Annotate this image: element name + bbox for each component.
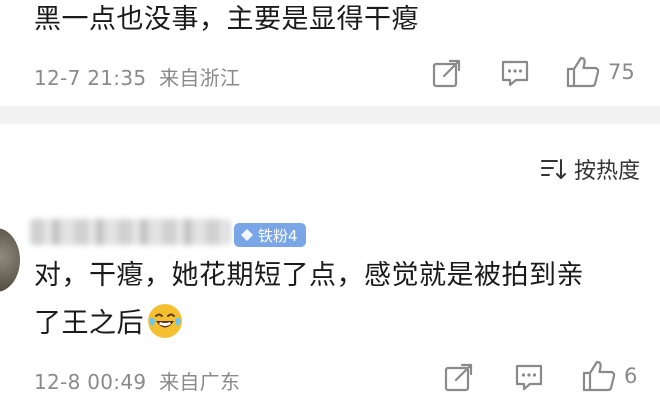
reply-icon bbox=[515, 364, 543, 391]
comment-2-reply-button[interactable] bbox=[514, 362, 544, 396]
comment-1-time: 12-7 21:35 bbox=[34, 66, 147, 90]
share-icon bbox=[444, 363, 473, 392]
sort-icon bbox=[540, 159, 566, 179]
comment-1-reply-button[interactable] bbox=[500, 58, 530, 92]
comment-2-source: 来自广东 bbox=[159, 370, 241, 394]
section-divider bbox=[0, 106, 660, 124]
share-icon bbox=[432, 59, 461, 88]
comment-2-time: 12-8 00:49 bbox=[34, 370, 147, 394]
diamond-icon bbox=[241, 229, 253, 241]
laughing-crying-emoji-svg bbox=[149, 305, 181, 337]
comment-2-line-2-wrap: 了王之后 bbox=[34, 300, 584, 348]
comment-2-text: 对，干瘪，她花期短了点，感觉就是被拍到亲 了王之后 bbox=[34, 252, 584, 348]
sort-label: 按热度 bbox=[573, 159, 640, 184]
comment-1-share-button[interactable] bbox=[432, 58, 462, 92]
username-blurred[interactable] bbox=[30, 219, 230, 245]
comment-1-like-button[interactable]: 75 bbox=[566, 56, 635, 88]
like-icon bbox=[582, 360, 616, 392]
comment-1-meta: 12-7 21:35 来自浙江 bbox=[34, 62, 240, 91]
comment-2-share-button[interactable] bbox=[444, 362, 474, 396]
comment-1-text: 黑一点也没事，主要是显得干瘪 bbox=[34, 4, 419, 35]
comment-2-line-1: 对，干瘪，她花期短了点，感觉就是被拍到亲 bbox=[34, 260, 584, 291]
fan-badge-label: 铁粉4 bbox=[258, 226, 298, 245]
like-icon bbox=[566, 56, 600, 88]
sort-by-hotness-button[interactable]: 按热度 bbox=[540, 153, 640, 185]
comment-2-meta: 12-8 00:49 来自广东 bbox=[34, 366, 240, 395]
comment-2-like-button[interactable]: 6 bbox=[582, 360, 637, 392]
reply-icon bbox=[501, 60, 529, 87]
avatar[interactable] bbox=[0, 228, 20, 292]
fan-badge[interactable]: 铁粉4 bbox=[234, 223, 306, 247]
comment-1-source: 来自浙江 bbox=[159, 66, 241, 90]
comment-2-like-count: 6 bbox=[624, 364, 638, 388]
comment-2-line-2: 了王之后 bbox=[34, 308, 144, 339]
laughing-crying-emoji bbox=[148, 304, 182, 338]
comment-1-like-count: 75 bbox=[608, 60, 635, 84]
